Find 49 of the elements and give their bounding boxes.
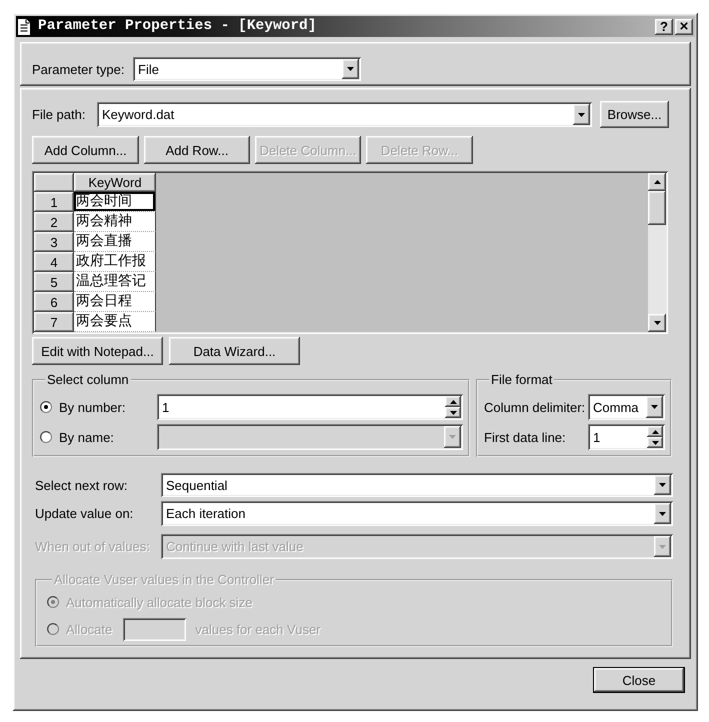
table-cell[interactable]: 两会精神 <box>74 212 156 232</box>
browse-button[interactable]: Browse... <box>600 101 669 128</box>
format-dropdown[interactable]: Comma <box>588 394 665 420</box>
table-cell[interactable]: 两会日程 <box>74 292 156 312</box>
add-row-button[interactable]: Add Row... <box>144 136 250 164</box>
format-spin-field[interactable]: 1 <box>588 424 665 450</box>
file-path-dropdown[interactable]: Keyword.dat <box>97 102 592 127</box>
close-button[interactable]: Close <box>593 667 685 693</box>
table-cell[interactable]: 两会直播 <box>74 232 156 252</box>
row-header[interactable]: 4 <box>34 252 74 272</box>
field-label: Update value on: <box>35 506 134 521</box>
table-cell[interactable]: 两会要点 <box>74 312 156 332</box>
radio-option[interactable]: By number: <box>40 400 126 414</box>
grid-corner-header <box>34 173 74 192</box>
add-column-button[interactable]: Add Column... <box>32 136 139 164</box>
edit-with-notepad-button[interactable]: Edit with Notepad... <box>32 337 163 365</box>
document-icon <box>18 18 30 34</box>
column-spin-field[interactable]: 1 <box>157 394 463 420</box>
spinner-arrows-icon[interactable] <box>647 426 663 448</box>
spinner-arrows-icon[interactable] <box>445 396 461 418</box>
radio-option[interactable]: By name: <box>40 430 114 444</box>
table-cell[interactable]: 两会时间 <box>74 192 156 212</box>
window-title: Parameter Properties - [Keyword] <box>38 17 316 36</box>
field-label: Column delimiter: <box>484 400 586 414</box>
field-label: First data line: <box>484 430 566 444</box>
table-cell[interactable]: 温总理答记 <box>74 272 156 292</box>
row-header[interactable]: 6 <box>34 292 74 312</box>
row-header[interactable]: 5 <box>34 272 74 292</box>
radio-icon[interactable] <box>40 401 52 413</box>
help-button[interactable]: ? <box>655 18 673 34</box>
table-cell[interactable]: 政府工作报 <box>74 252 156 272</box>
row-header[interactable]: 2 <box>34 212 74 232</box>
group-title: File format <box>490 373 554 387</box>
field-label: Parameter type: <box>32 62 124 76</box>
column-header[interactable]: KeyWord <box>74 173 156 192</box>
field-label: File path: <box>32 107 86 122</box>
scrollbar-thumb[interactable] <box>648 191 666 225</box>
radio-icon[interactable] <box>40 431 52 443</box>
data-wizard-button[interactable]: Data Wizard... <box>169 337 300 365</box>
row-header[interactable]: 3 <box>34 232 74 252</box>
settings-dropdown[interactable]: Each iteration <box>161 501 673 526</box>
field-label: Select next row: <box>35 478 128 492</box>
settings-dropdown[interactable]: Sequential <box>161 473 673 497</box>
scrollbar-track[interactable] <box>648 173 666 332</box>
row-header[interactable]: 7 <box>34 312 74 332</box>
group-title: Select column <box>46 373 130 387</box>
title-close-button[interactable]: × <box>675 18 693 34</box>
parameter-type-dropdown[interactable]: File <box>133 57 361 81</box>
row-header[interactable]: 1 <box>34 192 74 212</box>
